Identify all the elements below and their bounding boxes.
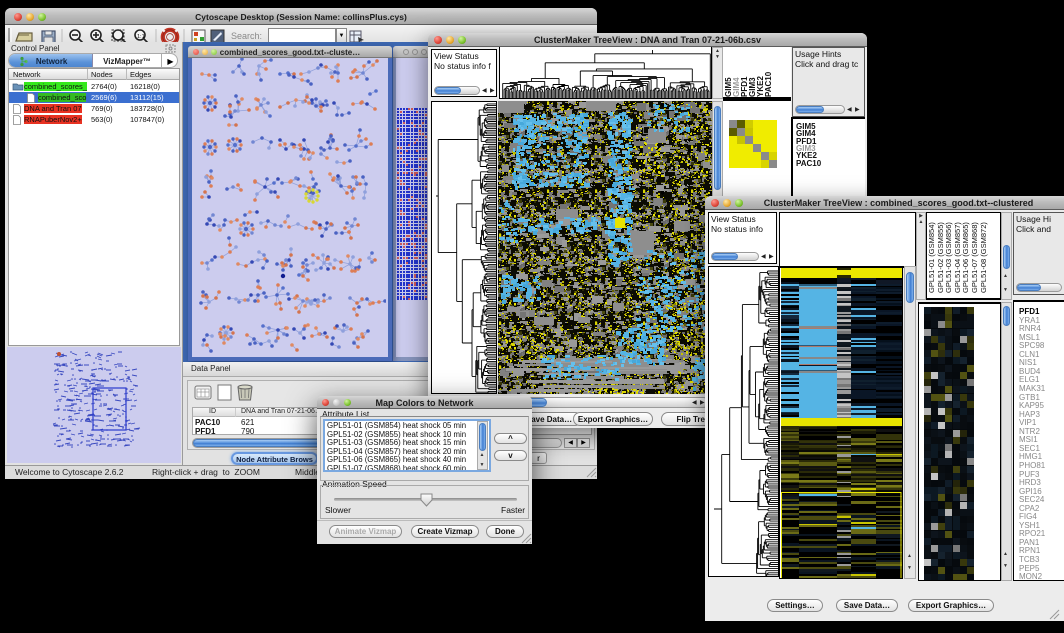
svg-text:1:1: 1:1 xyxy=(137,34,145,40)
